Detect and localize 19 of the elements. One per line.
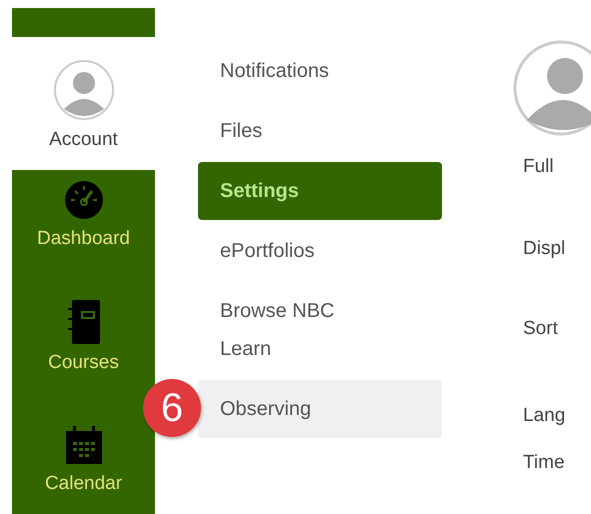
notebook-icon [66, 300, 102, 344]
settings-nav-link[interactable]: Notifications [198, 52, 442, 90]
field-label: Lang [523, 405, 566, 427]
field-label: Time [523, 452, 566, 474]
settings-nav-link[interactable]: Files [198, 112, 442, 150]
gauge-icon [64, 180, 104, 220]
nav-item[interactable]: Courses [12, 290, 155, 415]
settings-nav-link[interactable]: ePortfolios [198, 232, 442, 270]
settings-nav-link[interactable]: Observing [198, 380, 442, 438]
nav-item[interactable]: Calendar [12, 415, 155, 514]
settings-nav-link[interactable]: Settings [198, 162, 442, 220]
avatar-icon [513, 40, 591, 136]
calendar-icon [64, 425, 104, 465]
field-label: Sort [523, 318, 559, 340]
nav-item[interactable]: Dashboard [12, 170, 155, 290]
avatar-icon [52, 58, 114, 120]
field-label: Full [523, 156, 555, 178]
settings-nav-link[interactable]: Browse NBC Learn [198, 292, 412, 368]
field-label: Displ [523, 238, 566, 260]
